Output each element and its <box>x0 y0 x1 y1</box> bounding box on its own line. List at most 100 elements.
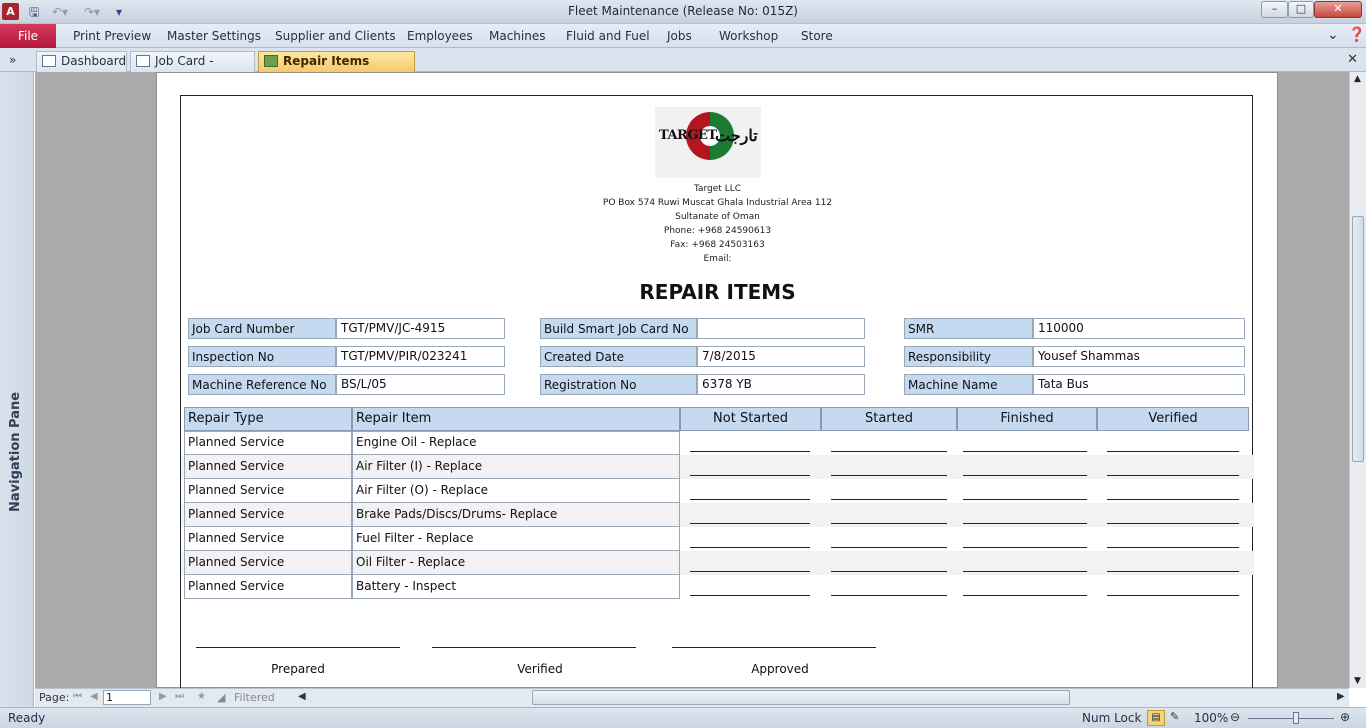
vertical-scroll-thumb[interactable] <box>1352 216 1364 462</box>
repair-type-cell: Planned Service <box>184 575 352 599</box>
status-signoff-line <box>690 547 810 548</box>
first-page-icon[interactable]: ⏮ <box>73 691 82 702</box>
repair-type-cell: Planned Service <box>184 455 352 479</box>
zoom-slider-thumb[interactable] <box>1293 712 1299 724</box>
tab-repair-items-check-list[interactable]: Repair Items Check List <box>258 51 415 87</box>
status-signoff-line <box>831 523 947 524</box>
company-country: Sultanate of Oman <box>675 212 760 222</box>
status-signoff-line <box>963 475 1087 476</box>
layout-view-icon[interactable]: ✎ <box>1170 710 1179 723</box>
repair-item-cell: Brake Pads/Discs/Drums- Replace <box>352 503 680 527</box>
horizontal-scroll-thumb[interactable] <box>532 690 1070 705</box>
status-signoff-line <box>831 571 947 572</box>
zoom-out-icon[interactable]: ⊖ <box>1230 710 1240 724</box>
job-card-number-label: Job Card Number <box>188 318 336 339</box>
status-signoff-line <box>690 523 810 524</box>
file-tab[interactable]: File <box>0 24 56 48</box>
close-button[interactable]: ✕ <box>1314 1 1362 18</box>
logo-arabic-wordmark: تارجت <box>715 126 758 145</box>
menu-store[interactable]: Store <box>801 29 833 43</box>
ribbon-collapse-icon[interactable]: ⌄ <box>1327 27 1339 43</box>
status-signoff-line <box>1107 451 1239 452</box>
status-signoff-line <box>963 571 1087 572</box>
repair-type-cell: Planned Service <box>184 503 352 527</box>
prepared-label: Prepared <box>271 662 325 676</box>
next-page-icon[interactable]: ▶ <box>159 691 167 702</box>
status-signoff-line <box>1107 523 1239 524</box>
status-signoff-line <box>963 547 1087 548</box>
scroll-up-icon[interactable]: ▲ <box>1354 74 1361 84</box>
status-signoff-line <box>1107 475 1239 476</box>
zoom-in-icon[interactable]: ⊕ <box>1340 710 1350 724</box>
help-icon[interactable]: ❓ <box>1348 27 1365 43</box>
record-navigation-bar: Page: ⏮ ◀ 1 ▶ ⏭ ★ ◢ Filtered ◀ ▶ <box>35 688 1349 707</box>
report-icon <box>264 55 278 67</box>
status-signoff-line <box>963 451 1087 452</box>
status-signoff-line <box>963 595 1087 596</box>
nav-pane-toggle-icon[interactable]: » <box>9 53 16 67</box>
close-document-icon[interactable]: ✕ <box>1347 52 1358 67</box>
repair-type-cell: Planned Service <box>184 431 352 455</box>
company-name: Target LLC <box>693 184 742 194</box>
tab-job-card-master[interactable]: Job Card - Master <box>130 51 255 87</box>
filtered-status[interactable]: Filtered <box>234 691 275 704</box>
menu-fluid-and-fuel[interactable]: Fluid and Fuel <box>566 29 650 43</box>
repair-type-cell: Planned Service <box>184 527 352 551</box>
zoom-slider-track[interactable] <box>1248 718 1334 719</box>
maximize-button[interactable]: □ <box>1288 1 1314 18</box>
status-signoff-line <box>831 451 947 452</box>
header-repair-item: Repair Item <box>352 407 680 431</box>
menu-master-settings[interactable]: Master Settings <box>167 29 261 43</box>
verified-signature-line <box>432 647 636 648</box>
menu-employees[interactable]: Employees <box>407 29 473 43</box>
repair-type-cell: Planned Service <box>184 551 352 575</box>
status-signoff-line <box>963 499 1087 500</box>
filter-icon[interactable]: ◢ <box>217 691 225 704</box>
vertical-scrollbar[interactable]: ▲ ▼ <box>1349 72 1366 688</box>
report-view-icon[interactable]: ▤ <box>1147 710 1165 726</box>
approved-signature-line <box>672 647 876 648</box>
report-title: REPAIR ITEMS <box>639 280 796 304</box>
status-signoff-line <box>1107 595 1239 596</box>
status-signoff-line <box>690 451 810 452</box>
status-signoff-line <box>831 499 947 500</box>
scroll-down-icon[interactable]: ▼ <box>1354 676 1361 686</box>
minimize-button[interactable]: – <box>1261 1 1288 18</box>
status-signoff-line <box>831 475 947 476</box>
prepared-signature-line <box>196 647 400 648</box>
company-address: PO Box 574 Ruwi Muscat Ghala Industrial … <box>602 198 833 208</box>
repair-item-cell: Air Filter (O) - Replace <box>352 479 680 503</box>
tab-dashboard[interactable]: Dashboard <box>36 51 127 72</box>
last-page-icon[interactable]: ⏭ <box>175 691 184 702</box>
scroll-right-icon[interactable]: ▶ <box>1337 691 1345 702</box>
machine-reference-no-label: Machine Reference No <box>188 374 336 395</box>
header-started: Started <box>821 407 957 431</box>
menu-print-preview[interactable]: Print Preview <box>73 29 151 43</box>
report-frame: TARGET تارجت Target LLC PO Box 574 Ruwi … <box>180 95 1254 695</box>
scroll-left-icon[interactable]: ◀ <box>298 691 306 702</box>
document-tabs: » Dashboard Job Card - Master Repair Ite… <box>0 48 1366 87</box>
previous-page-icon[interactable]: ◀ <box>90 691 98 702</box>
status-signoff-line <box>1107 571 1239 572</box>
new-record-icon[interactable]: ★ <box>197 691 206 702</box>
menu-workshop[interactable]: Workshop <box>719 29 778 43</box>
zoom-level: 100% <box>1194 711 1229 725</box>
menu-machines[interactable]: Machines <box>489 29 545 43</box>
build-smart-job-card-no-value <box>697 318 865 339</box>
navigation-pane[interactable]: Navigation Pane <box>0 72 34 708</box>
smr-label: SMR <box>904 318 1033 339</box>
repair-item-cell: Engine Oil - Replace <box>352 431 680 455</box>
header-finished: Finished <box>957 407 1097 431</box>
company-email: Email: <box>703 254 732 264</box>
menu-supplier-and-clients[interactable]: Supplier and Clients <box>275 29 396 43</box>
header-verified: Verified <box>1097 407 1249 431</box>
company-logo: TARGET تارجت <box>655 107 761 178</box>
repair-item-cell: Oil Filter - Replace <box>352 551 680 575</box>
page-number-input[interactable]: 1 <box>103 690 151 705</box>
menu-jobs[interactable]: Jobs <box>667 29 692 43</box>
status-signoff-line <box>690 475 810 476</box>
registration-no-label: Registration No <box>540 374 697 395</box>
responsibility-value: Yousef Shammas <box>1033 346 1245 367</box>
num-lock-indicator: Num Lock <box>1082 711 1142 725</box>
repair-item-cell: Fuel Filter - Replace <box>352 527 680 551</box>
